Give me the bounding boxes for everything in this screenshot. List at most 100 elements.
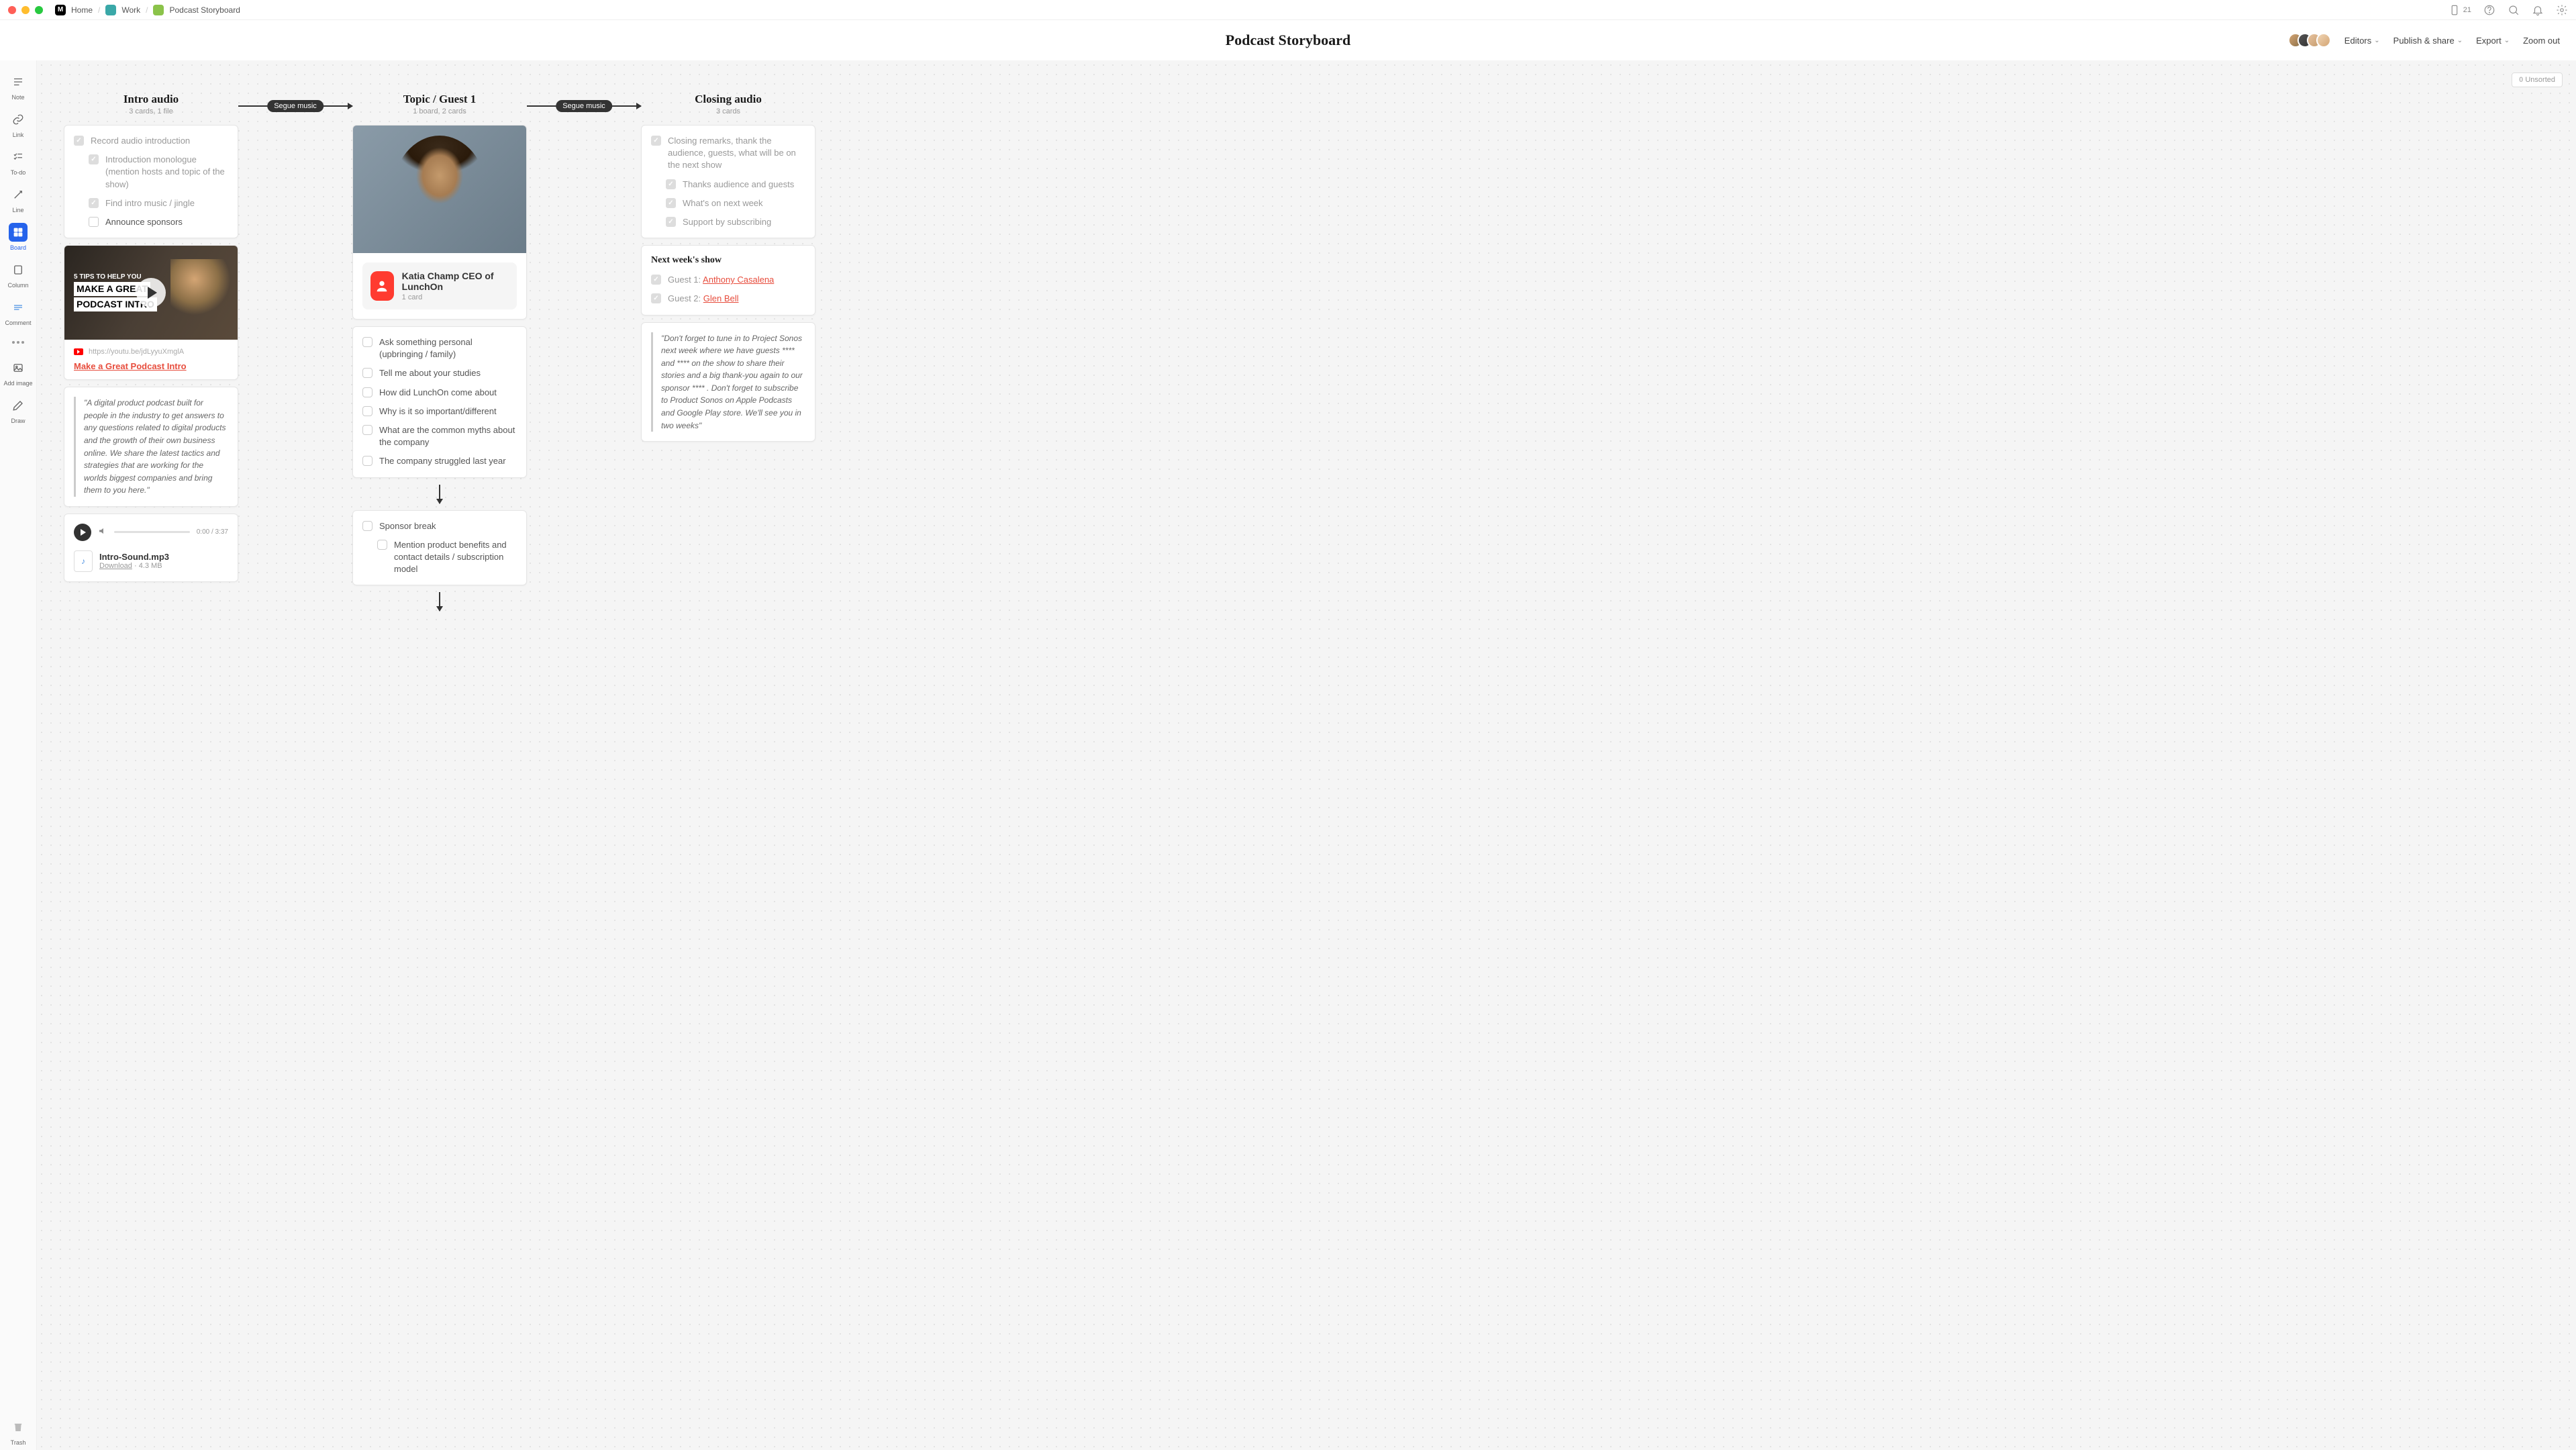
home-icon[interactable]: M — [55, 5, 66, 15]
check-item[interactable]: Guest 1: Anthony Casalena — [651, 274, 805, 286]
check-item[interactable]: How did LunchOn come about — [362, 387, 517, 399]
guest-link[interactable]: Anthony Casalena — [703, 275, 774, 285]
check-item[interactable]: What are the common myths about the comp… — [362, 424, 517, 448]
page-title[interactable]: Podcast Storyboard — [1226, 32, 1350, 49]
check-item[interactable]: The company struggled last year — [362, 455, 517, 467]
checkbox-icon[interactable] — [666, 198, 676, 208]
search-icon[interactable] — [2508, 4, 2520, 16]
board-intro-audio[interactable]: Intro audio 3 cards, 1 file Record audio… — [64, 87, 238, 582]
checkbox-icon[interactable] — [362, 368, 373, 378]
questions-card[interactable]: Ask something personal (upbringing / fam… — [352, 326, 527, 478]
device-count[interactable]: 21 — [2448, 4, 2471, 16]
editors-dropdown[interactable]: Editors⌄ — [2344, 36, 2380, 46]
guest-card[interactable]: Katia Champ CEO of LunchOn 1 card — [352, 125, 527, 320]
audio-play-button[interactable] — [74, 524, 91, 541]
check-item[interactable]: Sponsor break — [362, 520, 517, 532]
video-card[interactable]: 5 TIPS TO HELP YOU MAKE A GREAT PODCAST … — [64, 245, 238, 380]
checkbox-icon[interactable] — [362, 521, 373, 531]
checkbox-icon[interactable] — [74, 136, 84, 146]
play-icon[interactable] — [136, 278, 166, 307]
audio-progress[interactable] — [114, 531, 190, 533]
traffic-lights — [8, 6, 43, 14]
video-thumbnail[interactable]: 5 TIPS TO HELP YOU MAKE A GREAT PODCAST … — [64, 246, 238, 340]
tool-todo[interactable]: To-do — [3, 144, 33, 180]
folder-icon[interactable] — [105, 5, 116, 15]
breadcrumb-home[interactable]: Home — [71, 5, 93, 15]
guest-link[interactable]: Glen Bell — [703, 293, 739, 303]
quote-card[interactable]: "A digital product podcast built for peo… — [64, 387, 238, 507]
checkbox-icon[interactable] — [666, 217, 676, 227]
breadcrumb-work[interactable]: Work — [121, 5, 140, 15]
bell-icon[interactable] — [2532, 4, 2544, 16]
check-item[interactable]: Find intro music / jingle — [89, 197, 228, 209]
tool-column[interactable]: Column — [3, 256, 33, 293]
checkbox-icon[interactable] — [651, 275, 661, 285]
board-closing-audio[interactable]: Closing audio 3 cards Closing remarks, t… — [641, 87, 815, 442]
check-item[interactable]: Tell me about your studies — [362, 367, 517, 379]
tool-note[interactable]: Note — [3, 68, 33, 105]
checkbox-icon[interactable] — [89, 198, 99, 208]
export-dropdown[interactable]: Export⌄ — [2476, 36, 2510, 46]
checkbox-icon[interactable] — [362, 337, 373, 347]
tool-draw[interactable]: Draw — [3, 392, 33, 428]
minimize-window[interactable] — [21, 6, 30, 14]
closing-checklist-card[interactable]: Closing remarks, thank the audience, gue… — [641, 125, 815, 238]
check-item[interactable]: Mention product benefits and contact det… — [377, 539, 517, 576]
help-icon[interactable] — [2483, 4, 2495, 16]
volume-icon[interactable] — [98, 526, 107, 538]
checkbox-icon[interactable] — [362, 406, 373, 416]
checkbox-icon[interactable] — [362, 425, 373, 435]
collaborator-avatars[interactable] — [2293, 33, 2331, 48]
tool-more[interactable] — [3, 332, 33, 353]
board-title: Topic / Guest 1 — [352, 93, 527, 106]
audio-time: 0:00 / 3:37 — [197, 528, 228, 536]
checkbox-icon[interactable] — [362, 456, 373, 466]
check-item[interactable]: Guest 2: Glen Bell — [651, 293, 805, 305]
check-item[interactable]: Introduction monologue (mention hosts an… — [89, 154, 228, 191]
unsorted-badge[interactable]: 0 Unsorted — [2512, 72, 2563, 87]
tool-trash[interactable]: Trash — [3, 1414, 33, 1450]
check-item[interactable]: Announce sponsors — [89, 216, 228, 228]
check-item[interactable]: Closing remarks, thank the audience, gue… — [651, 135, 805, 172]
next-show-card[interactable]: Next week's show Guest 1: Anthony Casale… — [641, 245, 815, 315]
connector-arrow[interactable]: Segue music — [238, 87, 352, 125]
closing-quote-card[interactable]: "Don't forget to tune in to Project Sono… — [641, 322, 815, 442]
intro-checklist-card[interactable]: Record audio introduction Introduction m… — [64, 125, 238, 238]
checkbox-icon[interactable] — [651, 293, 661, 303]
tool-line[interactable]: Line — [3, 181, 33, 218]
tool-add-image[interactable]: Add image — [3, 354, 33, 391]
tool-comment[interactable]: Comment — [3, 294, 33, 330]
audio-card[interactable]: 0:00 / 3:37 ♪ Intro-Sound.mp3 Download ·… — [64, 514, 238, 582]
breadcrumb-doc[interactable]: Podcast Storyboard — [169, 5, 240, 15]
download-link[interactable]: Download — [99, 562, 132, 570]
guest-info[interactable]: Katia Champ CEO of LunchOn 1 card — [362, 262, 517, 309]
sponsor-card[interactable]: Sponsor break Mention product benefits a… — [352, 510, 527, 586]
document-icon[interactable] — [153, 5, 164, 15]
connector-label[interactable]: Segue music — [267, 100, 324, 112]
checkbox-icon[interactable] — [666, 179, 676, 189]
check-item[interactable]: Thanks audience and guests — [666, 179, 805, 191]
check-item[interactable]: Support by subscribing — [666, 216, 805, 228]
checkbox-icon[interactable] — [651, 136, 661, 146]
check-item[interactable]: Ask something personal (upbringing / fam… — [362, 336, 517, 360]
gear-icon[interactable] — [2556, 4, 2568, 16]
check-item[interactable]: Record audio introduction — [74, 135, 228, 147]
publish-dropdown[interactable]: Publish & share⌄ — [2393, 36, 2463, 46]
zoom-out-button[interactable]: Zoom out — [2523, 36, 2560, 46]
checkbox-icon[interactable] — [377, 540, 387, 550]
tool-board[interactable]: Board — [3, 219, 33, 255]
connector-label[interactable]: Segue music — [556, 100, 612, 112]
checkbox-icon[interactable] — [89, 217, 99, 227]
checkbox-icon[interactable] — [362, 387, 373, 397]
check-item[interactable]: What's on next week — [666, 197, 805, 209]
close-window[interactable] — [8, 6, 16, 14]
check-item[interactable]: Why is it so important/different — [362, 405, 517, 418]
maximize-window[interactable] — [35, 6, 43, 14]
canvas[interactable]: 0 Unsorted Intro audio 3 cards, 1 file R… — [37, 60, 2576, 1450]
checkbox-icon[interactable] — [89, 154, 99, 164]
connector-arrow[interactable]: Segue music — [527, 87, 641, 125]
video-link[interactable]: Make a Great Podcast Intro — [74, 361, 228, 371]
audio-file-icon: ♪ — [74, 550, 93, 572]
tool-link[interactable]: Link — [3, 106, 33, 142]
board-topic-guest[interactable]: Topic / Guest 1 1 board, 2 cards Katia C… — [352, 87, 527, 611]
